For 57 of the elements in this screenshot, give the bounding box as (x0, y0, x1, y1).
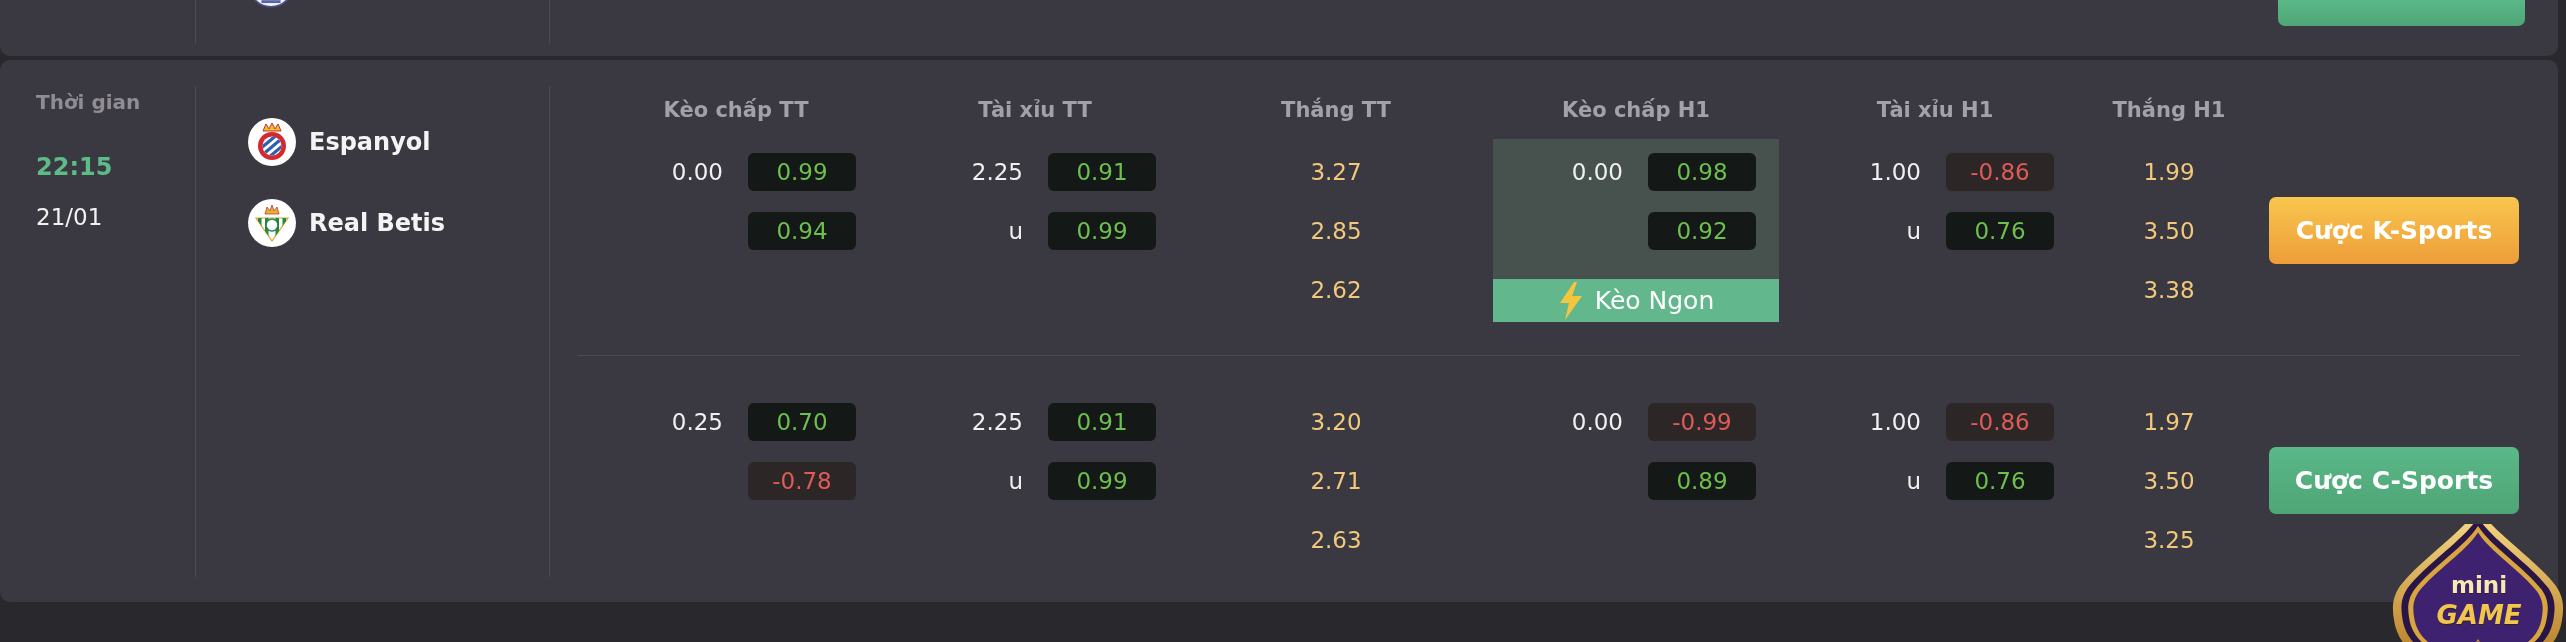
column-header: Kèo chấp TT (663, 98, 809, 122)
line-value: 0.00 (671, 159, 723, 185)
team-name: Real Betis (309, 209, 446, 237)
win-odds[interactable]: 1.97 (2139, 403, 2199, 441)
odds-button[interactable]: -0.86 (1946, 403, 2054, 441)
win-odds[interactable]: 1.99 (2139, 153, 2199, 191)
win-odds[interactable]: 3.27 (1306, 153, 1366, 191)
column-header: Thắng TT (1281, 98, 1391, 122)
odds-button[interactable]: 0.92 (1648, 212, 1756, 250)
win-odds[interactable]: 3.50 (2139, 212, 2199, 250)
win-odds[interactable]: 2.62 (1306, 271, 1366, 309)
column-header: Tài xỉu H1 (1876, 98, 1994, 122)
kickoff-date: 21/01 (36, 203, 103, 232)
line-value: 0.00 (1571, 409, 1623, 435)
kickoff-time: 22:15 (36, 152, 113, 183)
odds-button[interactable]: 0.99 (1048, 212, 1156, 250)
line-value: u (1008, 468, 1023, 494)
odds-button[interactable]: 0.99 (1048, 462, 1156, 500)
column-header: Kèo chấp H1 (1562, 98, 1710, 122)
odds-button[interactable]: 0.89 (1648, 462, 1756, 500)
line-value: 0.00 (1571, 159, 1623, 185)
crest-icon (248, 118, 296, 166)
odds-button[interactable]: 0.94 (748, 212, 856, 250)
line-value: 1.00 (1869, 159, 1921, 185)
column-header: Tài xỉu TT (978, 98, 1092, 122)
odds-button[interactable]: 0.76 (1946, 212, 2054, 250)
odds-button[interactable]: 0.91 (1048, 153, 1156, 191)
column-header: Thắng H1 (2112, 98, 2226, 122)
crest-icon (248, 199, 296, 247)
win-odds[interactable]: 3.25 (2139, 521, 2199, 559)
line-value: 0.25 (671, 409, 723, 435)
win-odds[interactable]: 3.50 (2139, 462, 2199, 500)
win-odds[interactable]: 3.38 (2139, 271, 2199, 309)
line-value: u (1906, 468, 1921, 494)
win-odds[interactable]: 2.63 (1306, 521, 1366, 559)
line-value: u (1008, 218, 1023, 244)
odds-button[interactable]: 0.91 (1048, 403, 1156, 441)
odds-button[interactable]: -0.99 (1648, 403, 1756, 441)
odds-button[interactable]: -0.78 (748, 462, 856, 500)
win-odds[interactable]: 3.20 (1306, 403, 1366, 441)
bet-button[interactable] (2278, 0, 2525, 26)
lightning-icon (1557, 281, 1584, 320)
line-value: 2.25 (971, 409, 1023, 435)
win-odds[interactable]: 2.85 (1306, 212, 1366, 250)
line-value: u (1906, 218, 1921, 244)
odds-button[interactable]: 0.76 (1946, 462, 2054, 500)
odds-button[interactable]: -0.86 (1946, 153, 2054, 191)
mini-game-badge[interactable]: mini GAME (2392, 524, 2566, 642)
team-name: Espanyol (309, 128, 431, 156)
odds-button[interactable]: 0.99 (748, 153, 856, 191)
time-label: Thời gian (36, 89, 141, 116)
odds-button[interactable]: 0.98 (1648, 153, 1756, 191)
win-odds[interactable]: 2.71 (1306, 462, 1366, 500)
badge-label: Kèo Ngon (1594, 286, 1715, 315)
line-value: 2.25 (971, 159, 1023, 185)
odds-button[interactable]: 0.70 (748, 403, 856, 441)
line-value: 1.00 (1869, 409, 1921, 435)
